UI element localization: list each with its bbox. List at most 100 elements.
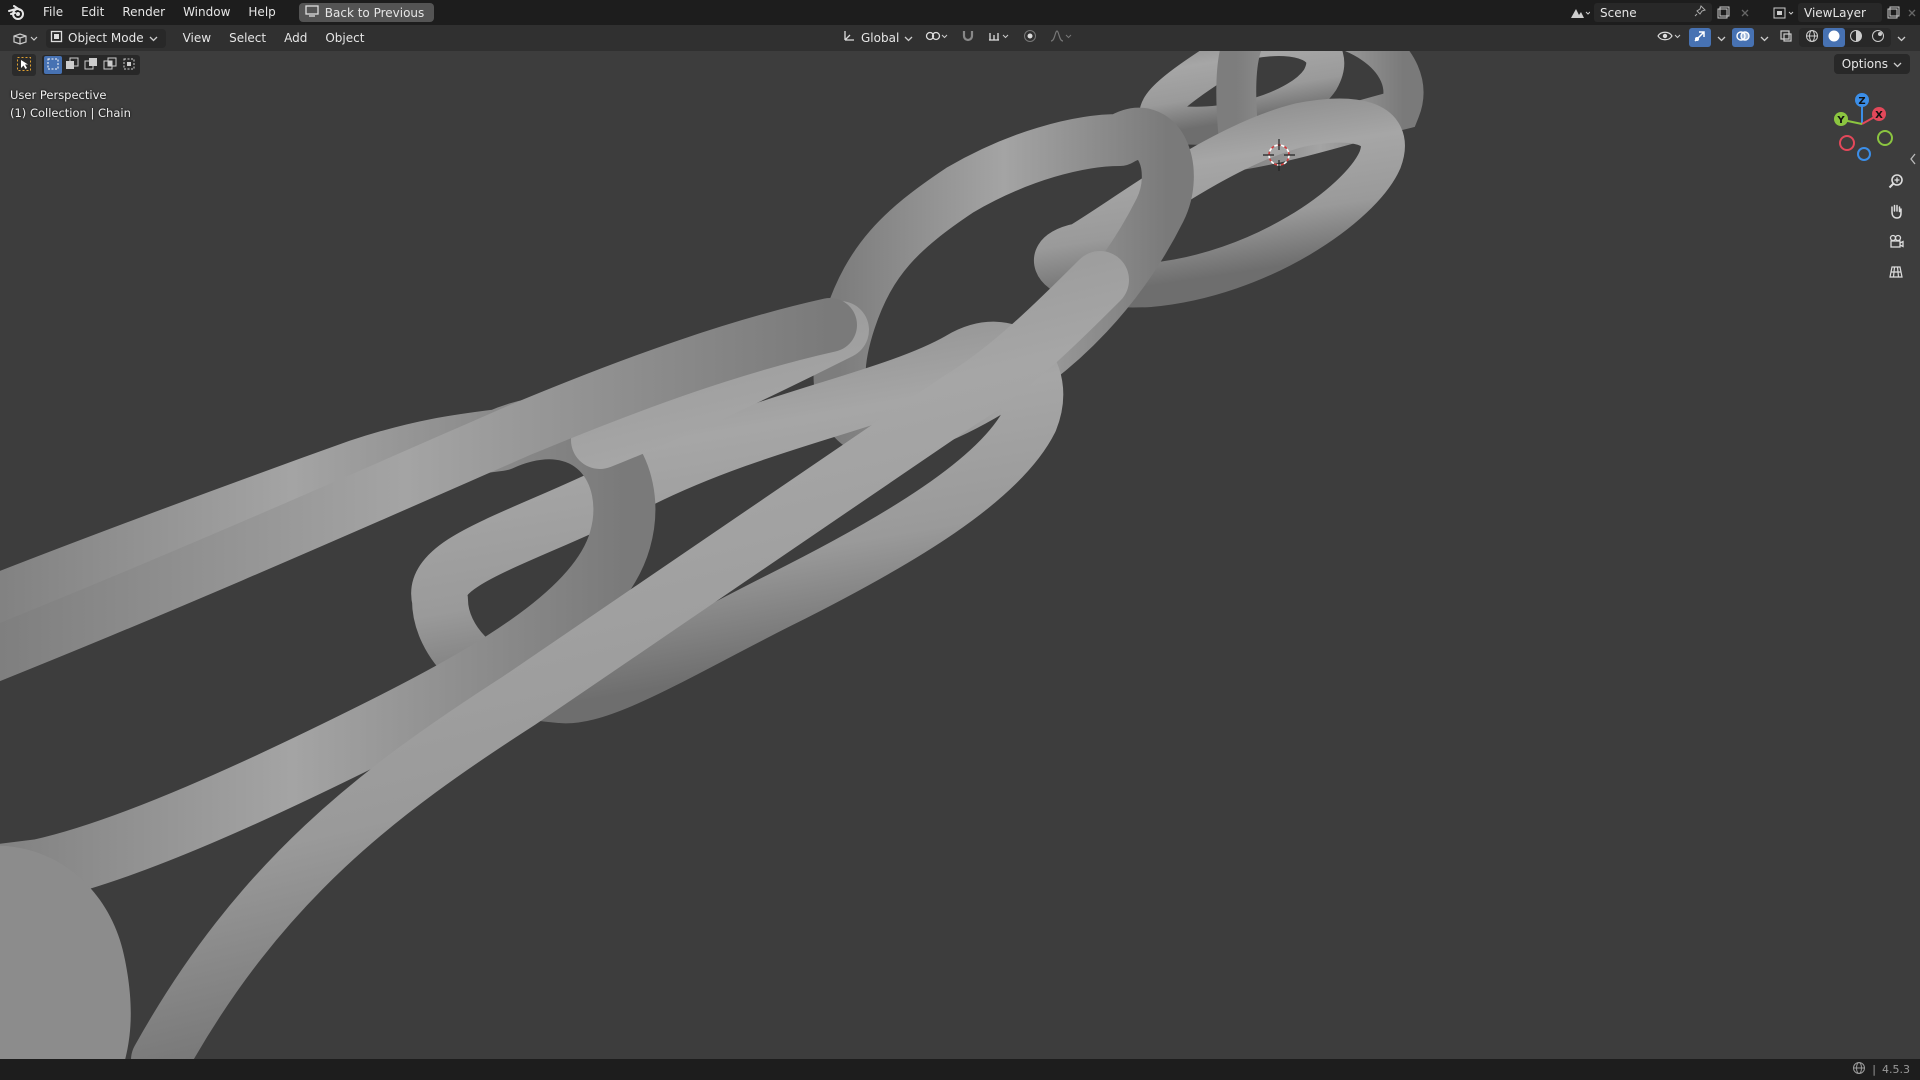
magnet-icon — [961, 29, 975, 46]
xray-icon — [1779, 29, 1793, 46]
camera-icon — [1888, 233, 1904, 252]
options-dropdown[interactable]: Options — [1833, 54, 1910, 74]
screen-icon — [305, 5, 319, 20]
selection-mode-group — [42, 55, 140, 75]
proportional-falloff-dropdown[interactable] — [1045, 28, 1077, 47]
select-box-tool-button[interactable] — [12, 54, 36, 76]
sidebar-toggle-icon[interactable] — [1908, 151, 1918, 167]
snap-target-dropdown[interactable] — [983, 28, 1015, 47]
viewport-navigation-buttons — [1882, 170, 1910, 284]
viewport-header: Object Mode View Select Add Object Globa… — [0, 25, 1920, 51]
zoom-button[interactable] — [1882, 170, 1910, 194]
gizmo-neg-x[interactable] — [1839, 135, 1855, 151]
scene-browse-icon[interactable] — [1564, 3, 1594, 22]
transform-orientation-dropdown[interactable]: Global — [838, 28, 917, 47]
shading-dropdown[interactable] — [1893, 28, 1910, 47]
chevron-down-icon — [149, 31, 158, 45]
object-mode-icon — [50, 30, 63, 46]
gizmo-y-axis[interactable]: Y — [1834, 112, 1848, 126]
hand-icon — [1888, 203, 1904, 222]
select-extend-icon — [65, 57, 79, 74]
select-new-button[interactable] — [44, 56, 62, 74]
proportional-editing-toggle[interactable] — [1019, 28, 1041, 47]
orientation-axes-icon — [842, 29, 856, 46]
back-to-previous-label: Back to Previous — [324, 5, 425, 20]
falloff-curve-icon — [1049, 29, 1073, 46]
menu-window[interactable]: Window — [174, 0, 239, 25]
new-view-layer-icon[interactable] — [1882, 3, 1904, 22]
view-layer-browse-icon[interactable] — [1768, 3, 1798, 22]
transform-tools-group: Global — [838, 28, 1077, 47]
rendered-shading-button[interactable] — [1867, 28, 1889, 47]
gizmo-neg-z[interactable] — [1857, 147, 1871, 161]
delete-scene-icon[interactable] — [1734, 3, 1756, 22]
select-extend-button[interactable] — [63, 56, 81, 74]
solid-shading-button[interactable] — [1823, 28, 1845, 47]
viewport-info-overlay: User Perspective (1) Collection | Chain — [10, 86, 131, 122]
select-subtract-button[interactable] — [82, 56, 100, 74]
gizmo-toggle[interactable] — [1689, 28, 1711, 47]
editor-type-selector[interactable] — [10, 28, 40, 47]
select-invert-button[interactable] — [101, 56, 119, 74]
snap-toggle[interactable] — [957, 28, 979, 47]
overlays-toggle[interactable] — [1732, 28, 1754, 47]
menu-view[interactable]: View — [174, 31, 220, 45]
viewport-display-tools — [1653, 28, 1910, 47]
collection-label: (1) Collection | Chain — [10, 106, 131, 120]
menu-help[interactable]: Help — [239, 0, 284, 25]
gizmo-x-axis[interactable]: X — [1872, 107, 1886, 121]
overlays-dropdown[interactable] — [1756, 28, 1773, 47]
camera-view-button[interactable] — [1882, 230, 1910, 254]
status-bar: | 4.5.3 — [0, 1059, 1920, 1080]
menu-render[interactable]: Render — [113, 0, 174, 25]
topbar-right-group: Scene ViewLayer — [1564, 0, 1920, 25]
gizmo-z-axis[interactable]: Z — [1855, 93, 1869, 107]
view-layer-field[interactable]: ViewLayer — [1798, 3, 1882, 22]
gizmo-dropdown[interactable] — [1713, 28, 1730, 47]
object-mode-label: Object Mode — [68, 31, 144, 45]
object-mode-dropdown[interactable]: Object Mode — [46, 28, 166, 48]
pin-icon[interactable] — [1694, 5, 1706, 20]
chevron-down-icon — [1897, 31, 1906, 45]
wireframe-shading-button[interactable] — [1801, 28, 1823, 47]
select-new-icon — [46, 57, 60, 74]
orthographic-toggle-button[interactable] — [1882, 260, 1910, 284]
proportional-circle-icon — [1023, 29, 1037, 46]
scene-name-field[interactable]: Scene — [1594, 3, 1712, 22]
chevron-down-icon — [1760, 31, 1769, 45]
solid-sphere-icon — [1827, 29, 1841, 46]
gizmo-arrow-icon — [1693, 29, 1707, 46]
blender-logo-icon[interactable] — [0, 0, 34, 25]
shading-mode-group — [1799, 28, 1891, 47]
back-to-previous-button[interactable]: Back to Previous — [298, 3, 435, 22]
delete-view-layer-icon[interactable] — [1904, 3, 1920, 22]
menu-select[interactable]: Select — [220, 31, 275, 45]
menu-file[interactable]: File — [34, 0, 72, 25]
menu-add[interactable]: Add — [275, 31, 316, 45]
pan-button[interactable] — [1882, 200, 1910, 224]
new-scene-icon[interactable] — [1712, 3, 1734, 22]
transform-orientation-label: Global — [861, 30, 900, 45]
network-globe-icon[interactable] — [1852, 1061, 1866, 1078]
select-invert-icon — [103, 57, 117, 74]
blender-version: 4.5.3 — [1882, 1063, 1910, 1076]
xray-toggle[interactable] — [1775, 28, 1797, 47]
gizmo-z-label: Z — [1858, 96, 1865, 107]
scene-name: Scene — [1600, 5, 1637, 20]
gizmo-neg-y[interactable] — [1877, 130, 1893, 146]
pivot-point-dropdown[interactable] — [921, 28, 953, 47]
pivot-link-icon — [925, 29, 949, 46]
material-preview-button[interactable] — [1845, 28, 1867, 47]
3d-viewport[interactable] — [0, 51, 1920, 1059]
eye-icon — [1657, 29, 1683, 46]
options-label: Options — [1841, 57, 1888, 71]
navigation-gizmo[interactable]: Z X Y — [1822, 88, 1902, 168]
chevron-down-icon — [1893, 57, 1902, 71]
chain-scene — [0, 51, 1424, 1059]
object-visibility-dropdown[interactable] — [1653, 28, 1687, 47]
material-sphere-icon — [1849, 29, 1863, 46]
wireframe-sphere-icon — [1805, 29, 1819, 46]
menu-object[interactable]: Object — [316, 31, 373, 45]
menu-edit[interactable]: Edit — [72, 0, 113, 25]
select-intersect-button[interactable] — [120, 56, 138, 74]
